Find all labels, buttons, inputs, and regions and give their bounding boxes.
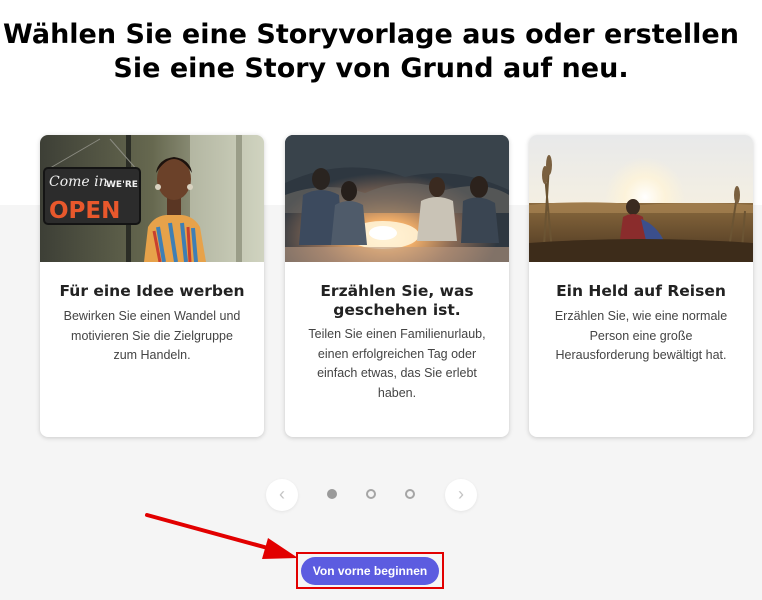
card-title: Ein Held auf Reisen bbox=[541, 282, 741, 301]
template-card-promote-idea[interactable]: Come in WE'RE OPEN Für eine Idee werben … bbox=[40, 135, 264, 437]
card-description: Bewirken Sie einen Wandel und motivieren… bbox=[56, 307, 248, 366]
card-title-line: Ein Held auf Reisen bbox=[556, 282, 726, 300]
template-card-tell-what-happened[interactable]: Erzählen Sie, was geschehen ist. Teilen … bbox=[285, 135, 509, 437]
card-title-line: Erzählen Sie, was bbox=[320, 282, 474, 300]
card-description-line: Bewirken Sie einen Wandel und bbox=[63, 309, 241, 323]
page-title-line-1: Wählen Sie eine Storyvorlage aus oder er… bbox=[3, 19, 739, 50]
chevron-left-icon: ‹ bbox=[279, 484, 285, 504]
carousel-dot-1[interactable] bbox=[327, 489, 337, 499]
card-description-line: haben. bbox=[377, 385, 417, 400]
card-description-line: einfach etwas, das Sie erlebt bbox=[317, 366, 477, 380]
card-title: Für eine Idee werben bbox=[52, 282, 252, 301]
page-title: Wählen Sie eine Storyvorlage aus oder er… bbox=[0, 18, 742, 86]
card-title: Erzählen Sie, was geschehen ist. bbox=[297, 282, 497, 320]
carousel-dot-2[interactable] bbox=[366, 489, 376, 499]
carousel-dot-3[interactable] bbox=[405, 489, 415, 499]
card-description-line: einen erfolgreichen Tag oder bbox=[317, 346, 477, 361]
start-from-scratch-button[interactable]: Von vorne beginnen bbox=[301, 557, 439, 585]
card-description: Teilen Sie einen Familienurlaub, einen e… bbox=[301, 325, 493, 403]
card-image-campfire bbox=[285, 135, 509, 262]
carousel-next-button[interactable]: › bbox=[445, 479, 477, 511]
card-description-line: Herausforderung bewältigt hat. bbox=[555, 348, 727, 362]
card-title-line: geschehen ist. bbox=[333, 301, 461, 319]
sign-text-open: OPEN bbox=[49, 198, 120, 224]
card-description-line: Teilen Sie einen Familienurlaub, bbox=[308, 327, 486, 341]
chevron-right-icon: › bbox=[458, 484, 464, 504]
card-description-line: zum Handeln. bbox=[113, 348, 191, 362]
card-description: Erzählen Sie, wie eine normale Person ei… bbox=[545, 307, 737, 366]
card-description-line: motivieren Sie die Zielgruppe bbox=[71, 328, 233, 343]
page-title-line-2: Sie eine Story von Grund auf neu. bbox=[113, 53, 629, 84]
sign-text-come-in: Come in bbox=[49, 174, 108, 190]
card-image-wheat-field bbox=[529, 135, 753, 262]
card-title-line: Für eine Idee werben bbox=[59, 282, 245, 300]
card-description-line: Erzählen Sie, wie eine normale bbox=[554, 309, 728, 323]
template-card-hero-journey[interactable]: Ein Held auf Reisen Erzählen Sie, wie ei… bbox=[529, 135, 753, 437]
card-description-line: Person eine große bbox=[589, 328, 693, 343]
carousel-prev-button[interactable]: ‹ bbox=[266, 479, 298, 511]
card-image-open-sign: Come in WE'RE OPEN bbox=[40, 135, 264, 262]
sign-text-were: WE'RE bbox=[106, 180, 138, 190]
